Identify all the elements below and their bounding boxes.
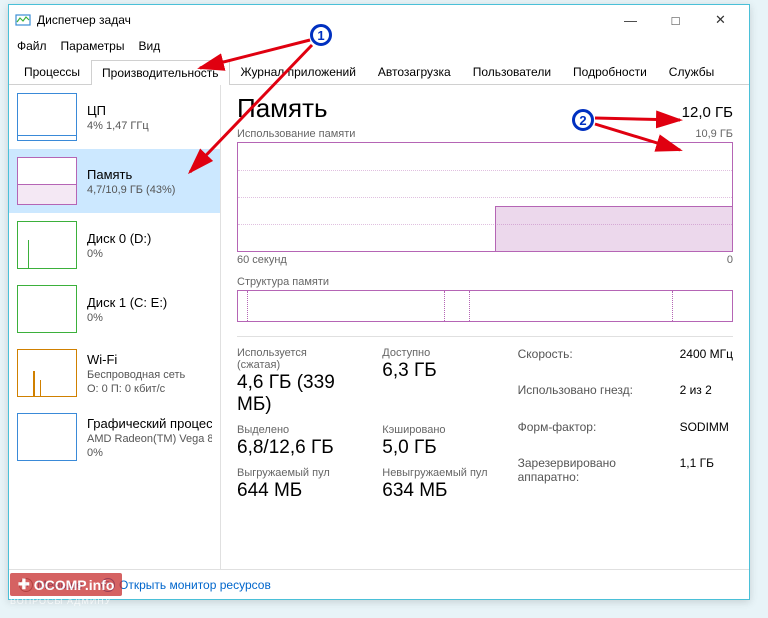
annotation-arrows xyxy=(0,0,768,618)
annotation-badge-1: 1 xyxy=(310,24,332,46)
watermark: ✚ OCOMP.info ВОПРОСЫ АДМИНУ xyxy=(10,573,122,606)
plus-icon: ✚ xyxy=(18,576,30,593)
annotation-badge-2: 2 xyxy=(572,109,594,131)
